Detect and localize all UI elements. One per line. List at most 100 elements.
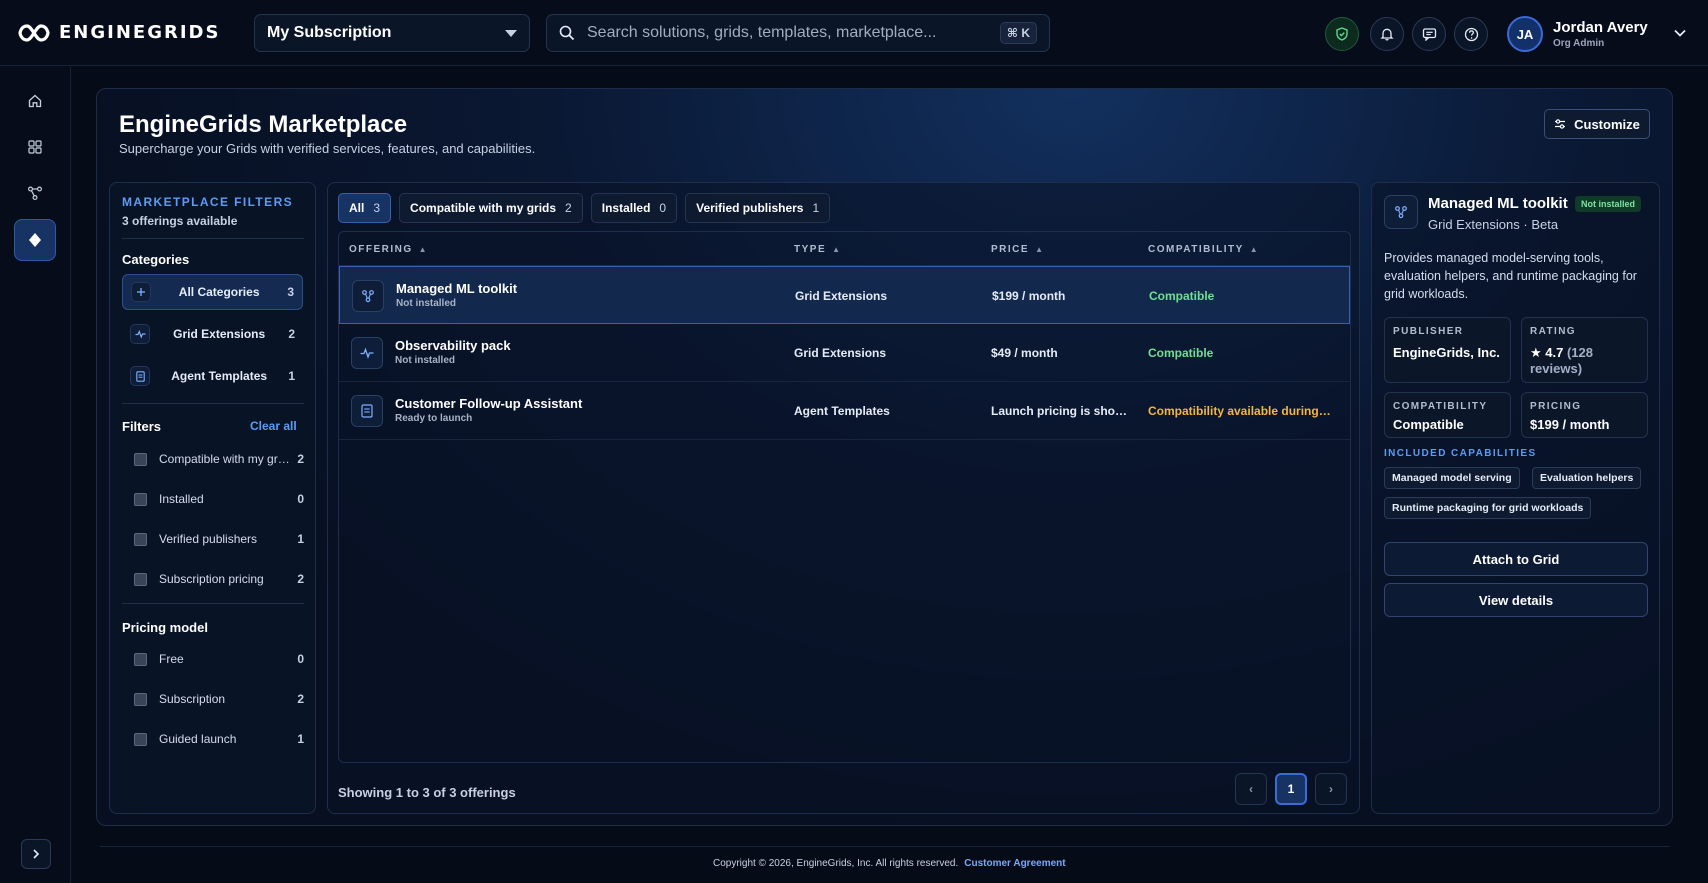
table-row[interactable]: Customer Follow-up Assistant Ready to la…	[339, 382, 1350, 440]
divider	[122, 403, 304, 404]
category-agent-templates[interactable]: Agent Templates 1	[122, 358, 303, 394]
pricing-subscription[interactable]: Subscription 2	[134, 691, 304, 707]
capability-chip: Runtime packaging for grid workloads	[1384, 497, 1592, 519]
filter-count: 0	[297, 492, 304, 506]
filter-verified-publishers[interactable]: Verified publishers 1	[134, 531, 304, 547]
table-row[interactable]: Observability pack Not installed Grid Ex…	[339, 324, 1350, 382]
help-circle-icon	[1464, 27, 1478, 41]
checkbox[interactable]	[134, 452, 147, 466]
offering-status: Not installed	[396, 298, 457, 309]
plus-icon	[131, 282, 151, 302]
bell-icon	[1380, 28, 1394, 41]
category-label: All Categories	[178, 285, 260, 299]
tab-all[interactable]: All 3	[338, 193, 392, 223]
search-input[interactable]	[587, 24, 1000, 42]
nav-marketplace[interactable]	[14, 219, 56, 261]
filter-compatible[interactable]: Compatible with my grids 2	[134, 451, 304, 467]
brand-name: ENGINEGRIDS	[59, 22, 221, 43]
attach-to-grid-button[interactable]: Attach to Grid	[1384, 542, 1648, 576]
column-header-offering[interactable]: OFFERING ▲	[349, 244, 427, 255]
tab-count: 2	[565, 201, 572, 215]
publisher-label: PUBLISHER	[1393, 326, 1464, 337]
divider	[122, 603, 304, 604]
category-label: Grid Extensions	[173, 327, 266, 341]
chevron-down-icon[interactable]	[1673, 28, 1687, 38]
filters-heading: MARKETPLACE FILTERS	[122, 195, 294, 209]
nav-workflows[interactable]	[14, 172, 56, 214]
compatibility-card: COMPATIBILITY Compatible	[1384, 392, 1511, 438]
marketplace-panel: EngineGrids Marketplace Supercharge your…	[96, 88, 1673, 826]
tab-verified-publishers[interactable]: Verified publishers 1	[685, 193, 831, 223]
document-icon	[351, 395, 383, 427]
expand-sidebar-button[interactable]	[21, 839, 51, 869]
sort-icon: ▲	[1035, 245, 1043, 254]
copyright-text: Copyright © 2026, EngineGrids, Inc. All …	[713, 858, 959, 869]
column-header-compatibility[interactable]: COMPATIBILITY ▲	[1148, 244, 1258, 255]
filter-installed[interactable]: Installed 0	[134, 491, 304, 507]
checkbox[interactable]	[134, 572, 147, 586]
column-label: COMPATIBILITY	[1148, 244, 1244, 255]
document-icon	[130, 366, 150, 386]
divider	[122, 238, 304, 239]
customer-agreement-link[interactable]: Customer Agreement	[964, 858, 1065, 869]
rating-stars: ★ 4.7	[1530, 345, 1564, 360]
checkbox[interactable]	[134, 692, 147, 706]
column-header-price[interactable]: PRICE ▲	[991, 244, 1043, 255]
category-all[interactable]: All Categories 3	[122, 274, 303, 310]
marketplace-diamond-icon	[29, 233, 41, 247]
offering-price: $49 / month	[991, 346, 1058, 360]
table-row[interactable]: Managed ML toolkit Not installed Grid Ex…	[339, 266, 1350, 324]
chevron-down-icon	[505, 29, 517, 37]
offerings-table: OFFERING ▲ TYPE ▲ PRICE ▲ COMPATIBILITY …	[338, 231, 1351, 763]
checkbox[interactable]	[134, 652, 147, 666]
tab-count: 3	[373, 201, 381, 215]
sliders-icon	[1555, 119, 1566, 129]
customize-button[interactable]: Customize	[1544, 109, 1650, 139]
pricing-guided-launch[interactable]: Guided launch 1	[134, 731, 304, 747]
view-details-button[interactable]: View details	[1384, 583, 1648, 617]
rating-value: ★ 4.7 (128 reviews)	[1530, 345, 1639, 377]
page-title: EngineGrids Marketplace	[119, 111, 408, 138]
column-header-type[interactable]: TYPE ▲	[794, 244, 840, 255]
pricing-value: $199 / month	[1530, 417, 1610, 432]
help-button[interactable]	[1454, 17, 1488, 51]
checkbox[interactable]	[134, 732, 147, 746]
page-subtitle: Supercharge your Grids with verified ser…	[119, 141, 536, 156]
pricing-label: Free	[159, 652, 184, 666]
global-search[interactable]: ⌘ K	[546, 14, 1050, 52]
clear-all-link[interactable]: Clear all	[250, 419, 297, 433]
offering-type: Grid Extensions	[794, 346, 887, 360]
user-menu[interactable]: JA Jordan Avery Org Admin	[1507, 16, 1648, 52]
nav-grids[interactable]	[14, 126, 56, 168]
offerings-count: 3 offerings available	[122, 214, 238, 228]
infinity-logo-icon	[18, 23, 50, 42]
brand-logo[interactable]: ENGINEGRIDS	[18, 22, 220, 43]
security-status-button[interactable]	[1325, 17, 1359, 51]
previous-page-button[interactable]: ‹	[1235, 773, 1267, 805]
search-icon	[559, 25, 575, 41]
filter-label: Compatible with my grids	[159, 452, 292, 466]
category-grid-extensions[interactable]: Grid Extensions 2	[122, 316, 303, 352]
notifications-button[interactable]	[1370, 17, 1404, 51]
checkbox[interactable]	[134, 492, 147, 506]
nodes-icon	[28, 186, 43, 201]
tab-installed[interactable]: Installed 0	[590, 193, 678, 223]
checkbox[interactable]	[134, 532, 147, 546]
filter-subscription-pricing[interactable]: Subscription pricing 2	[134, 571, 304, 587]
filters-subheading: Filters	[122, 419, 162, 434]
nav-home[interactable]	[14, 80, 56, 122]
capability-chip: Evaluation helpers	[1532, 467, 1642, 489]
tab-count: 0	[659, 201, 667, 215]
offering-compatibility: Compatible	[1149, 289, 1215, 303]
tab-compatible[interactable]: Compatible with my grids 2	[399, 193, 583, 223]
pricing-free[interactable]: Free 0	[134, 651, 304, 667]
tab-label: Compatible with my grids	[410, 201, 557, 215]
subscription-select[interactable]: My Subscription	[254, 14, 530, 52]
offering-type: Grid Extensions	[795, 289, 888, 303]
top-bar: ENGINEGRIDS My Subscription ⌘ K	[0, 0, 1708, 66]
messages-button[interactable]	[1412, 17, 1446, 51]
capability-chip: Managed model serving	[1384, 467, 1520, 489]
next-page-button[interactable]: ›	[1315, 773, 1347, 805]
detail-title: Managed ML toolkit	[1428, 195, 1568, 212]
page-1-button[interactable]: 1	[1275, 773, 1307, 805]
